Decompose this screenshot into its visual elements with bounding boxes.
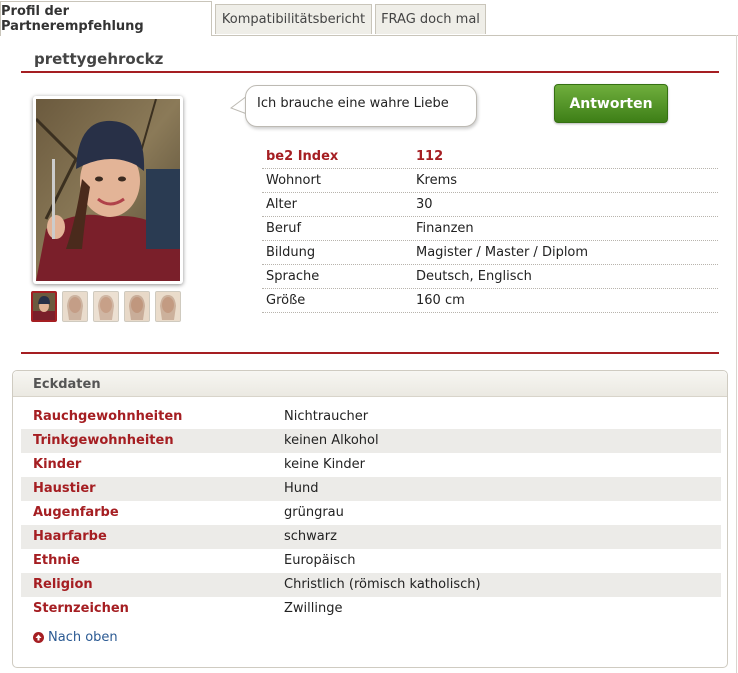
eckdaten-value: Zwillinge: [284, 601, 343, 616]
eckdaten-value: grüngrau: [284, 505, 344, 520]
arrow-up-icon: [33, 632, 44, 643]
back-to-top-label: Nach oben: [48, 630, 118, 645]
photo-thumbnails: [31, 291, 181, 322]
summary-value: 160 cm: [416, 293, 465, 308]
eckdaten-key: Rauchgewohnheiten: [33, 409, 183, 424]
summary-row: Sprache Deutsch, Englisch: [262, 265, 718, 289]
profile-quote: Ich brauche eine wahre Liebe: [257, 96, 449, 111]
section-divider: [21, 352, 719, 354]
summary-row: Bildung Magister / Master / Diplom: [262, 241, 718, 265]
profile-summary-table: be2 Index 112 Wohnort Krems Alter 30 Beruf F…: [262, 145, 718, 313]
summary-row: Wohnort Krems: [262, 169, 718, 193]
tab-frag-doch-mal[interactable]: FRAG doch mal: [375, 4, 486, 34]
header-divider: [21, 71, 719, 73]
summary-row: Alter 30: [262, 193, 718, 217]
eckdaten-value: Hund: [284, 481, 319, 496]
eckdaten-key: Kinder: [33, 457, 82, 472]
summary-value: Magister / Master / Diplom: [416, 245, 589, 260]
thumbnail-4[interactable]: [124, 291, 150, 322]
eckdaten-row: Religion Christlich (römisch katholisch): [21, 573, 721, 597]
eckdaten-key: Trinkgewohnheiten: [33, 433, 174, 448]
summary-key: Größe: [266, 293, 306, 308]
eckdaten-row: Kinder keine Kinder: [21, 453, 721, 477]
eckdaten-row: Rauchgewohnheiten Nichtraucher: [21, 405, 721, 429]
eckdaten-row: Sternzeichen Zwillinge: [21, 597, 721, 621]
summary-value: 30: [416, 197, 433, 212]
summary-key: Alter: [266, 197, 297, 212]
eckdaten-value: Nichtraucher: [284, 409, 369, 424]
summary-row: Größe 160 cm: [262, 289, 718, 313]
summary-value: Krems: [416, 173, 458, 188]
thumbnail-5[interactable]: [155, 291, 181, 322]
eckdaten-row: Ethnie Europäisch: [21, 549, 721, 573]
tab-kompatibilitaetsbericht[interactable]: Kompatibilitätsbericht: [215, 4, 372, 34]
eckdaten-key: Haarfarbe: [33, 529, 107, 544]
thumbnail-1[interactable]: [31, 291, 57, 322]
thumbnail-2[interactable]: [62, 291, 88, 322]
summary-key: Wohnort: [266, 173, 321, 188]
profile-photo-image: [36, 99, 180, 281]
tab-bar: Profil der Partnerempfehlung Kompatibili…: [0, 0, 738, 36]
summary-key: Bildung: [266, 245, 316, 260]
summary-key: Sprache: [266, 269, 320, 284]
summary-key: Beruf: [266, 221, 302, 236]
summary-row: Beruf Finanzen: [262, 217, 718, 241]
profile-photo[interactable]: [33, 96, 183, 284]
summary-value: Deutsch, Englisch: [416, 269, 532, 284]
eckdaten-value: keine Kinder: [284, 457, 366, 472]
eckdaten-key: Religion: [33, 577, 93, 592]
eckdaten-key: Ethnie: [33, 553, 80, 568]
eckdaten-value: Europäisch: [284, 553, 356, 568]
summary-value: Finanzen: [416, 221, 474, 236]
eckdaten-value: Christlich (römisch katholisch): [284, 577, 481, 592]
eckdaten-row: Augenfarbe grüngrau: [21, 501, 721, 525]
eckdaten-title: Eckdaten: [13, 371, 727, 397]
reply-button[interactable]: Antworten: [554, 84, 668, 123]
profile-username: prettygehrockz: [34, 50, 164, 68]
profile-quote-bubble: Ich brauche eine wahre Liebe: [245, 85, 477, 127]
thumbnail-3[interactable]: [93, 291, 119, 322]
eckdaten-key: Augenfarbe: [33, 505, 119, 520]
eckdaten-section: Eckdaten Rauchgewohnheiten Nichtraucher T…: [12, 370, 728, 668]
eckdaten-value: keinen Alkohol: [284, 433, 379, 448]
eckdaten-value: schwarz: [284, 529, 337, 544]
back-to-top-link[interactable]: Nach oben: [33, 630, 118, 645]
eckdaten-key: Haustier: [33, 481, 96, 496]
eckdaten-row: Trinkgewohnheiten keinen Alkohol: [21, 429, 721, 453]
eckdaten-row: Haustier Hund: [21, 477, 721, 501]
summary-key: be2 Index: [266, 149, 339, 164]
eckdaten-key: Sternzeichen: [33, 601, 129, 616]
tab-profil[interactable]: Profil der Partnerempfehlung: [0, 1, 212, 36]
eckdaten-row: Haarfarbe schwarz: [21, 525, 721, 549]
summary-value: 112: [416, 149, 444, 164]
summary-row: be2 Index 112: [262, 145, 718, 169]
